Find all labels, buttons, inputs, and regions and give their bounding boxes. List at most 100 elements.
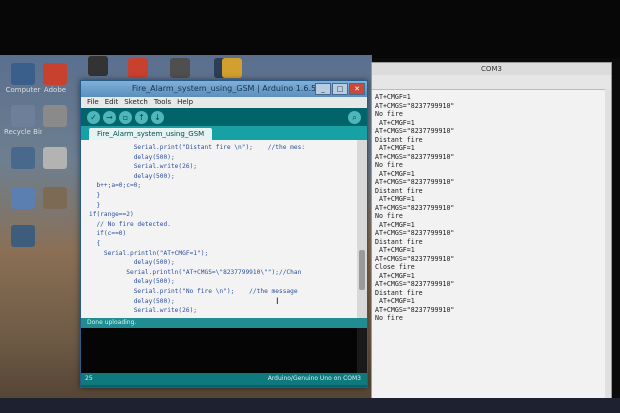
arduino-ide-window: Fire_Alarm_system_using_GSM | Arduino 1.… — [80, 80, 368, 388]
code-line: if(c==0) — [89, 230, 127, 238]
serial-line: AT+CMGS="8237799910" — [375, 280, 455, 288]
serial-line: AT+CMGS="8237799910" — [375, 203, 455, 212]
serial-line: AT+CMGF=1 — [375, 246, 415, 254]
ide-title: Fire_Alarm_system_using_GSM | Arduino 1.… — [131, 84, 317, 93]
serial-line: Distant fire — [375, 135, 423, 144]
serial-line: AT+CMGF=1 — [375, 93, 411, 101]
code-line: } — [89, 192, 101, 199]
line-number: 25 — [85, 375, 93, 382]
app-icon — [43, 187, 67, 209]
app-icon — [43, 63, 67, 85]
code-line: { — [89, 240, 101, 247]
code-line: } — [89, 201, 101, 209]
ide-toolbar: ✓ → ▫ ↑ ↓ ⌕ — [81, 108, 367, 126]
code-line: Serial.write(26); — [89, 163, 198, 171]
serial-line: AT+CMGS="8237799910" — [375, 127, 455, 135]
desktop-icon-label: Adobe — [43, 86, 67, 94]
desktop-shortcut-icon[interactable] — [222, 58, 242, 78]
taskbar — [0, 398, 620, 413]
serial-monitor-icon[interactable]: ⌕ — [348, 110, 361, 124]
editor-scrollbar[interactable] — [357, 140, 367, 318]
serial-line: No fire — [375, 110, 403, 118]
serial-line: AT+CMGS="8237799910" — [375, 152, 455, 161]
desktop-icon[interactable] — [4, 225, 42, 248]
status-bar: Done uploading. — [81, 318, 367, 328]
desktop-shortcut-icon[interactable] — [170, 58, 190, 78]
menu-sketch[interactable]: Sketch — [124, 97, 148, 108]
console-scrollbar[interactable] — [357, 328, 367, 373]
app-icon — [43, 147, 67, 169]
output-console[interactable] — [81, 328, 357, 373]
serial-line: AT+CMGS="8237799910" — [375, 305, 455, 314]
monitor-bezel — [0, 0, 620, 58]
menu-help[interactable]: Help — [177, 97, 193, 108]
code-line: Serial.println("AT+CMGF=1"); — [89, 249, 209, 257]
desktop-icon[interactable] — [36, 187, 74, 210]
serial-monitor-title: COM3 — [372, 63, 611, 75]
serial-line: AT+CMGF=1 — [375, 220, 415, 229]
serial-line: AT+CMGF=1 — [375, 118, 415, 127]
board-port-label: Arduino/Genuino Uno on COM3 — [267, 375, 361, 382]
serial-output: AT+CMGF=1 AT+CMGS="8237799910" No fire AT+… — [375, 93, 603, 411]
minimize-button[interactable]: _ — [315, 83, 331, 95]
code-line: // No fire detected. — [89, 220, 171, 228]
serial-line: AT+CMGF=1 — [375, 195, 415, 203]
ide-tab-strip: Fire_Alarm_system_using_GSM — [81, 126, 367, 140]
maximize-button[interactable]: □ — [332, 83, 348, 95]
serial-line: No fire — [375, 212, 403, 220]
ide-footer: 25 Arduino/Genuino Uno on COM3 — [81, 373, 367, 385]
code-line: delay(500); — [89, 278, 175, 286]
code-line: Serial.print("No fire \n"); //the messag… — [89, 288, 298, 295]
code-line: delay(500); — [89, 172, 175, 180]
serial-line: AT+CMGF=1 — [375, 271, 415, 280]
code-line: delay(500); — [89, 259, 175, 267]
new-icon[interactable]: ▫ — [119, 110, 132, 124]
serial-line: Distant fire — [375, 288, 423, 297]
code-line: Serial.println("AT+CMGS=\"8237799910\"")… — [89, 268, 302, 276]
ide-title-bar[interactable]: Fire_Alarm_system_using_GSM | Arduino 1.… — [81, 81, 367, 97]
serial-line: Close fire — [375, 263, 415, 271]
ide-menu-bar: File Edit Sketch Tools Help — [81, 97, 367, 108]
desktop-shortcut-icon[interactable] — [88, 56, 108, 76]
serial-line: Distant fire — [375, 186, 423, 195]
serial-line: AT+CMGS="8237799910" — [375, 229, 455, 237]
app-icon — [11, 63, 35, 85]
desktop-icon[interactable] — [36, 105, 74, 128]
upload-icon[interactable]: → — [103, 110, 116, 124]
serial-line: AT+CMGF=1 — [375, 169, 415, 178]
app-icon — [43, 105, 67, 127]
app-icon — [11, 105, 35, 127]
tab-sketch[interactable]: Fire_Alarm_system_using_GSM — [89, 128, 213, 140]
serial-line: AT+CMGS="8237799910" — [375, 254, 455, 263]
desktop-icon[interactable] — [36, 147, 74, 170]
code-line: b++;a=0;c=0; — [89, 182, 142, 190]
open-icon[interactable]: ↑ — [135, 110, 148, 124]
serial-send-input[interactable] — [372, 75, 611, 90]
app-icon — [11, 225, 35, 247]
serial-monitor-window: COM3 AT+CMGF=1 AT+CMGS="8237799910" No fir… — [371, 62, 612, 412]
code-line: if(range==2) — [89, 211, 134, 219]
code-line: delay(500); — [89, 297, 175, 305]
serial-line: AT+CMGF=1 — [375, 144, 415, 152]
serial-line: No fire — [375, 161, 403, 169]
save-icon[interactable]: ↓ — [151, 110, 164, 124]
serial-line: AT+CMGS="8237799910" — [375, 101, 455, 110]
serial-line: No fire — [375, 314, 403, 322]
close-button[interactable]: ✕ — [349, 83, 365, 95]
code-line: Serial.write(26); — [89, 307, 198, 315]
code-editor[interactable]: Serial.print("Distant fire \n"); //the m… — [81, 140, 357, 318]
desktop-icon[interactable]: Adobe — [36, 63, 74, 94]
code-line: Serial.print("Distant fire \n"); //the m… — [89, 144, 306, 151]
menu-edit[interactable]: Edit — [105, 97, 119, 108]
serial-line: Distant fire — [375, 237, 423, 246]
desktop-shortcut-icon[interactable] — [128, 58, 148, 78]
scrollbar-thumb[interactable] — [359, 250, 365, 290]
serial-scrollbar[interactable] — [605, 89, 611, 411]
menu-tools[interactable]: Tools — [154, 97, 171, 108]
app-icon — [11, 187, 35, 209]
desktop-icon-label: Recycle Bin — [4, 128, 42, 136]
menu-file[interactable]: File — [87, 97, 99, 108]
verify-icon[interactable]: ✓ — [87, 110, 100, 124]
code-line: delay(500); — [89, 153, 175, 161]
app-icon — [11, 147, 35, 169]
